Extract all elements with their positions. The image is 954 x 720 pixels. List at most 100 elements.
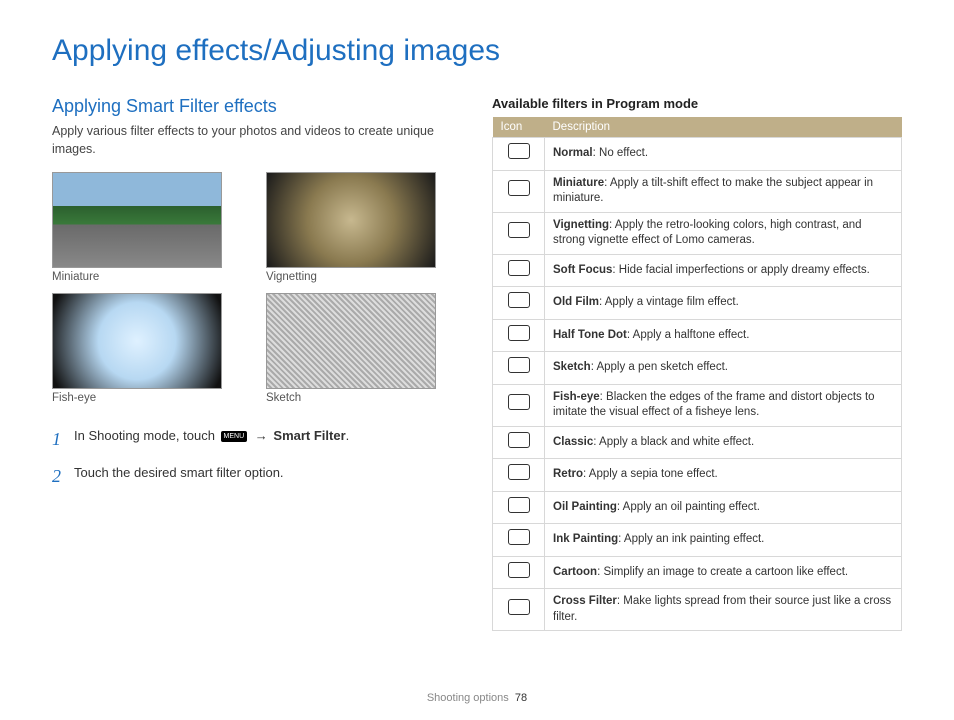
section-intro: Apply various filter effects to your pho… xyxy=(52,123,452,158)
thumbnail-item: Miniature xyxy=(52,172,222,283)
table-row: Classic: Apply a black and white effect. xyxy=(493,426,902,459)
filter-description-cell: Vignetting: Apply the retro-looking colo… xyxy=(545,212,902,254)
filter-desc: : Apply a sepia tone effect. xyxy=(583,468,718,480)
filter-name: Ink Painting xyxy=(553,533,618,545)
filter-icon xyxy=(508,292,530,308)
filter-name: Classic xyxy=(553,436,593,448)
filter-name: Cross Filter xyxy=(553,595,617,607)
filter-name: Sketch xyxy=(553,361,591,373)
filter-description-cell: Oil Painting: Apply an oil painting effe… xyxy=(545,491,902,524)
filter-icon xyxy=(508,432,530,448)
table-row: Cartoon: Simplify an image to create a c… xyxy=(493,556,902,589)
filter-icon xyxy=(508,180,530,196)
filter-desc: : Apply a black and white effect. xyxy=(593,436,754,448)
page-title: Applying effects/Adjusting images xyxy=(52,34,902,68)
step-2: 2 Touch the desired smart filter option. xyxy=(52,463,452,490)
table-row: Half Tone Dot: Apply a halftone effect. xyxy=(493,319,902,352)
filter-description-cell: Cross Filter: Make lights spread from th… xyxy=(545,589,902,631)
table-row: Sketch: Apply a pen sketch effect. xyxy=(493,352,902,385)
right-column: Available filters in Program mode Icon D… xyxy=(492,96,902,631)
thumbnail-item: Vignetting xyxy=(266,172,436,283)
table-row: Fish-eye: Blacken the edges of the frame… xyxy=(493,384,902,426)
filter-name: Oil Painting xyxy=(553,501,617,513)
filter-icon-cell xyxy=(493,287,545,320)
filter-icon xyxy=(508,143,530,159)
filter-description-cell: Retro: Apply a sepia tone effect. xyxy=(545,459,902,492)
filter-desc: : Apply a vintage film effect. xyxy=(599,296,739,308)
filter-description-cell: Ink Painting: Apply an ink painting effe… xyxy=(545,524,902,557)
thumbnail-label: Fish-eye xyxy=(52,392,222,404)
filter-desc: : Blacken the edges of the frame and dis… xyxy=(553,391,875,419)
filter-name: Cartoon xyxy=(553,566,597,578)
step-number: 2 xyxy=(52,463,74,490)
step-1: 1 In Shooting mode, touch MENU → Smart F… xyxy=(52,426,452,453)
step-text: In Shooting mode, touch MENU → Smart Fil… xyxy=(74,426,349,453)
table-row: Normal: No effect. xyxy=(493,138,902,171)
filter-icon-cell xyxy=(493,384,545,426)
filter-name: Soft Focus xyxy=(553,264,612,276)
table-row: Vignetting: Apply the retro-looking colo… xyxy=(493,212,902,254)
filter-icon xyxy=(508,394,530,410)
filter-icon-cell xyxy=(493,319,545,352)
thumbnail-label: Sketch xyxy=(266,392,436,404)
filter-name: Old Film xyxy=(553,296,599,308)
filter-name: Half Tone Dot xyxy=(553,329,627,341)
step-text: Touch the desired smart filter option. xyxy=(74,463,284,490)
step-number: 1 xyxy=(52,426,74,453)
footer-section: Shooting options xyxy=(427,692,509,704)
filter-name: Miniature xyxy=(553,177,604,189)
menu-icon: MENU xyxy=(221,431,248,442)
table-row: Cross Filter: Make lights spread from th… xyxy=(493,589,902,631)
step-1-bold: Smart Filter xyxy=(273,428,345,443)
filter-description-cell: Classic: Apply a black and white effect. xyxy=(545,426,902,459)
page-footer: Shooting options 78 xyxy=(0,692,954,704)
filter-icon-cell xyxy=(493,352,545,385)
thumbnail-item: Sketch xyxy=(266,293,436,404)
filter-icon-cell xyxy=(493,589,545,631)
table-row: Retro: Apply a sepia tone effect. xyxy=(493,459,902,492)
filter-icon xyxy=(508,464,530,480)
filter-icon xyxy=(508,529,530,545)
filter-description-cell: Old Film: Apply a vintage film effect. xyxy=(545,287,902,320)
filter-description-cell: Fish-eye: Blacken the edges of the frame… xyxy=(545,384,902,426)
table-row: Oil Painting: Apply an oil painting effe… xyxy=(493,491,902,524)
filter-name: Retro xyxy=(553,468,583,480)
filter-icon-cell xyxy=(493,556,545,589)
thumbnail-grid: Miniature Vignetting Fish-eye Sketch xyxy=(52,172,452,404)
content-columns: Applying Smart Filter effects Apply vari… xyxy=(52,96,902,631)
filter-desc: : Apply a halftone effect. xyxy=(627,329,750,341)
filter-icon xyxy=(508,599,530,615)
table-row: Miniature: Apply a tilt-shift effect to … xyxy=(493,170,902,212)
thumbnail-image-sketch xyxy=(266,293,436,389)
table-row: Soft Focus: Hide facial imperfections or… xyxy=(493,254,902,287)
header-description: Description xyxy=(545,117,902,138)
filter-description-cell: Half Tone Dot: Apply a halftone effect. xyxy=(545,319,902,352)
thumbnail-image-fisheye xyxy=(52,293,222,389)
section-heading: Applying Smart Filter effects xyxy=(52,96,452,117)
table-header-row: Icon Description xyxy=(493,117,902,138)
left-column: Applying Smart Filter effects Apply vari… xyxy=(52,96,452,631)
filter-icon xyxy=(508,325,530,341)
filter-name: Normal xyxy=(553,147,593,159)
filter-icon xyxy=(508,222,530,238)
filter-name: Vignetting xyxy=(553,219,609,231)
filter-desc: : No effect. xyxy=(593,147,648,159)
table-row: Old Film: Apply a vintage film effect. xyxy=(493,287,902,320)
filter-icon-cell xyxy=(493,254,545,287)
filter-icon-cell xyxy=(493,426,545,459)
filter-description-cell: Soft Focus: Hide facial imperfections or… xyxy=(545,254,902,287)
filter-name: Fish-eye xyxy=(553,391,600,403)
filter-desc: : Apply an oil painting effect. xyxy=(617,501,760,513)
header-icon: Icon xyxy=(493,117,545,138)
filter-icon xyxy=(508,562,530,578)
filter-description-cell: Sketch: Apply a pen sketch effect. xyxy=(545,352,902,385)
filter-icon-cell xyxy=(493,459,545,492)
filter-description-cell: Normal: No effect. xyxy=(545,138,902,171)
filter-desc: : Hide facial imperfections or apply dre… xyxy=(612,264,869,276)
filters-table: Icon Description Normal: No effect.Minia… xyxy=(492,117,902,631)
page: Applying effects/Adjusting images Applyi… xyxy=(0,0,954,720)
filter-desc: : Apply an ink painting effect. xyxy=(618,533,764,545)
thumbnail-image-vignetting xyxy=(266,172,436,268)
filter-desc: : Apply a pen sketch effect. xyxy=(591,361,728,373)
filter-description-cell: Miniature: Apply a tilt-shift effect to … xyxy=(545,170,902,212)
